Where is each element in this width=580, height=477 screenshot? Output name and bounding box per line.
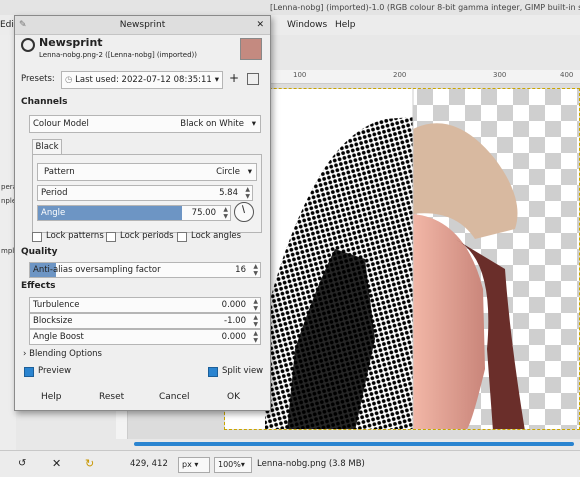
blocksize-value: -1.00 xyxy=(224,316,246,326)
quality-heading: Quality xyxy=(21,247,58,257)
menu-windows[interactable]: Windows xyxy=(287,15,327,35)
close-icon[interactable]: ✕ xyxy=(256,16,264,35)
lock-patterns-checkbox[interactable] xyxy=(32,232,42,242)
app-icon: ✎ xyxy=(19,20,27,30)
angle-boost-label: Angle Boost xyxy=(33,332,84,342)
presets-value: Last used: 2022-07-12 08:35:11 xyxy=(75,75,212,85)
angle-slider[interactable]: Angle 75.00 ▲ ▼ xyxy=(37,205,231,221)
chevron-down-icon: ▾ xyxy=(214,75,219,85)
presets-combo[interactable]: ◷ Last used: 2022-07-12 08:35:11 ▾ xyxy=(61,71,223,89)
spin-arrows[interactable]: ▲ ▼ xyxy=(253,314,258,328)
cancel-button[interactable]: Cancel xyxy=(159,392,190,402)
zoom-select[interactable]: 100%▾ xyxy=(214,457,252,473)
antialias-slider[interactable]: Anti-alias oversampling factor 16 ▲ ▼ xyxy=(29,262,261,278)
lock-periods-checkbox[interactable] xyxy=(106,232,116,242)
help-button[interactable]: Help xyxy=(41,392,62,402)
blocksize-label: Blocksize xyxy=(33,316,73,326)
pattern-label: Pattern xyxy=(44,167,75,177)
chevron-down-icon: ▾ xyxy=(251,119,256,129)
lock-patterns-label: Lock patterns xyxy=(46,231,104,241)
spin-arrows[interactable]: ▲ ▼ xyxy=(223,206,228,220)
period-slider[interactable]: Period 5.84 ▲ ▼ xyxy=(37,185,253,201)
scroll-thumb[interactable] xyxy=(134,442,574,446)
split-view-label: Split view xyxy=(222,366,264,376)
angle-dial-needle xyxy=(241,205,245,214)
ruler-tick: 100 xyxy=(293,71,307,79)
dialog-titlebar: ✎ Newsprint ✕ xyxy=(15,16,270,35)
image-preview xyxy=(225,89,579,429)
pointer-coords: 429, 412 xyxy=(130,459,168,469)
turbulence-slider[interactable]: Turbulence 0.000 ▲ ▼ xyxy=(29,297,261,313)
pattern-combo[interactable]: Pattern Circle ▾ xyxy=(37,163,257,181)
unit-value: px xyxy=(182,460,192,469)
window-title: [Lenna-nobg] (imported)-1.0 (RGB colour … xyxy=(0,0,580,15)
statusbar: ↺ ✕ ↻ 429, 412 px ▾ 100%▾ Lenna-nobg.png… xyxy=(0,450,580,477)
antialias-value: 16 xyxy=(235,265,246,275)
top-ruler: 100 200 300 400 xyxy=(270,70,580,84)
dialog-subheading: Lenna-nobg.png-2 ([Lenna-nobg] (imported… xyxy=(39,51,197,59)
colour-model-label: Colour Model xyxy=(33,119,89,129)
lock-angles-label: Lock angles xyxy=(191,231,242,241)
menu-help[interactable]: Help xyxy=(335,15,356,35)
turbulence-label: Turbulence xyxy=(33,300,80,310)
tab-black[interactable]: Black xyxy=(32,139,62,155)
split-view-checkbox[interactable] xyxy=(208,367,218,377)
chevron-right-icon: › xyxy=(23,349,27,359)
angle-dial[interactable] xyxy=(234,202,254,222)
blending-options-label: Blending Options xyxy=(29,349,102,359)
image-thumbnail xyxy=(240,38,262,60)
chevron-down-icon: ▾ xyxy=(247,167,252,177)
pattern-value: Circle xyxy=(216,167,240,177)
ok-button[interactable]: OK xyxy=(227,392,240,402)
gegl-icon xyxy=(21,38,35,52)
effects-heading: Effects xyxy=(21,281,56,291)
angle-value: 75.00 xyxy=(191,208,216,218)
preset-menu-icon[interactable] xyxy=(247,73,259,85)
preview-label: Preview xyxy=(38,366,72,376)
reset-button[interactable]: Reset xyxy=(99,392,124,402)
zoom-value: 100% xyxy=(218,460,241,469)
angle-boost-value: 0.000 xyxy=(221,332,246,342)
blending-options-expander[interactable]: › Blending Options xyxy=(23,349,102,359)
ruler-tick: 300 xyxy=(493,71,507,79)
turbulence-value: 0.000 xyxy=(221,300,246,310)
newsprint-dialog: ✎ Newsprint ✕ Newsprint Lenna-nobg.png-2… xyxy=(14,15,271,411)
angle-label: Angle xyxy=(41,208,66,218)
blocksize-slider[interactable]: Blocksize -1.00 ▲ ▼ xyxy=(29,313,261,329)
add-preset-icon[interactable]: + xyxy=(229,71,239,85)
unit-select[interactable]: px ▾ xyxy=(178,457,210,473)
ruler-tick: 400 xyxy=(560,71,574,79)
period-value: 5.84 xyxy=(219,188,238,198)
undo-icon[interactable]: ↺ xyxy=(18,458,26,469)
spin-arrows[interactable]: ▲ ▼ xyxy=(245,186,250,200)
clock-icon: ◷ xyxy=(65,75,73,85)
horizontal-scrollbar[interactable] xyxy=(128,439,580,449)
spin-arrows[interactable]: ▲ ▼ xyxy=(253,298,258,312)
period-label: Period xyxy=(41,188,68,198)
angle-boost-slider[interactable]: Angle Boost 0.000 ▲ ▼ xyxy=(29,329,261,345)
ruler-tick: 200 xyxy=(393,71,407,79)
dialog-title: Newsprint xyxy=(119,20,166,30)
colour-model-combo[interactable]: Colour Model Black on White ▾ xyxy=(29,115,261,133)
channels-heading: Channels xyxy=(21,97,68,107)
lock-angles-checkbox[interactable] xyxy=(177,232,187,242)
presets-label: Presets: xyxy=(21,74,55,84)
reset-icon[interactable]: ↻ xyxy=(85,457,94,470)
preview-checkbox[interactable] xyxy=(24,367,34,377)
lock-periods-label: Lock periods xyxy=(120,231,174,241)
spin-arrows[interactable]: ▲ ▼ xyxy=(253,330,258,344)
close-icon[interactable]: ✕ xyxy=(52,457,61,470)
dialog-heading: Newsprint xyxy=(39,36,103,49)
file-info: Lenna-nobg.png (3.8 MB) xyxy=(257,459,365,469)
antialias-label: Anti-alias oversampling factor xyxy=(33,265,161,275)
colour-model-value: Black on White xyxy=(180,119,244,129)
image-canvas[interactable] xyxy=(224,88,580,430)
spin-arrows[interactable]: ▲ ▼ xyxy=(253,263,258,277)
